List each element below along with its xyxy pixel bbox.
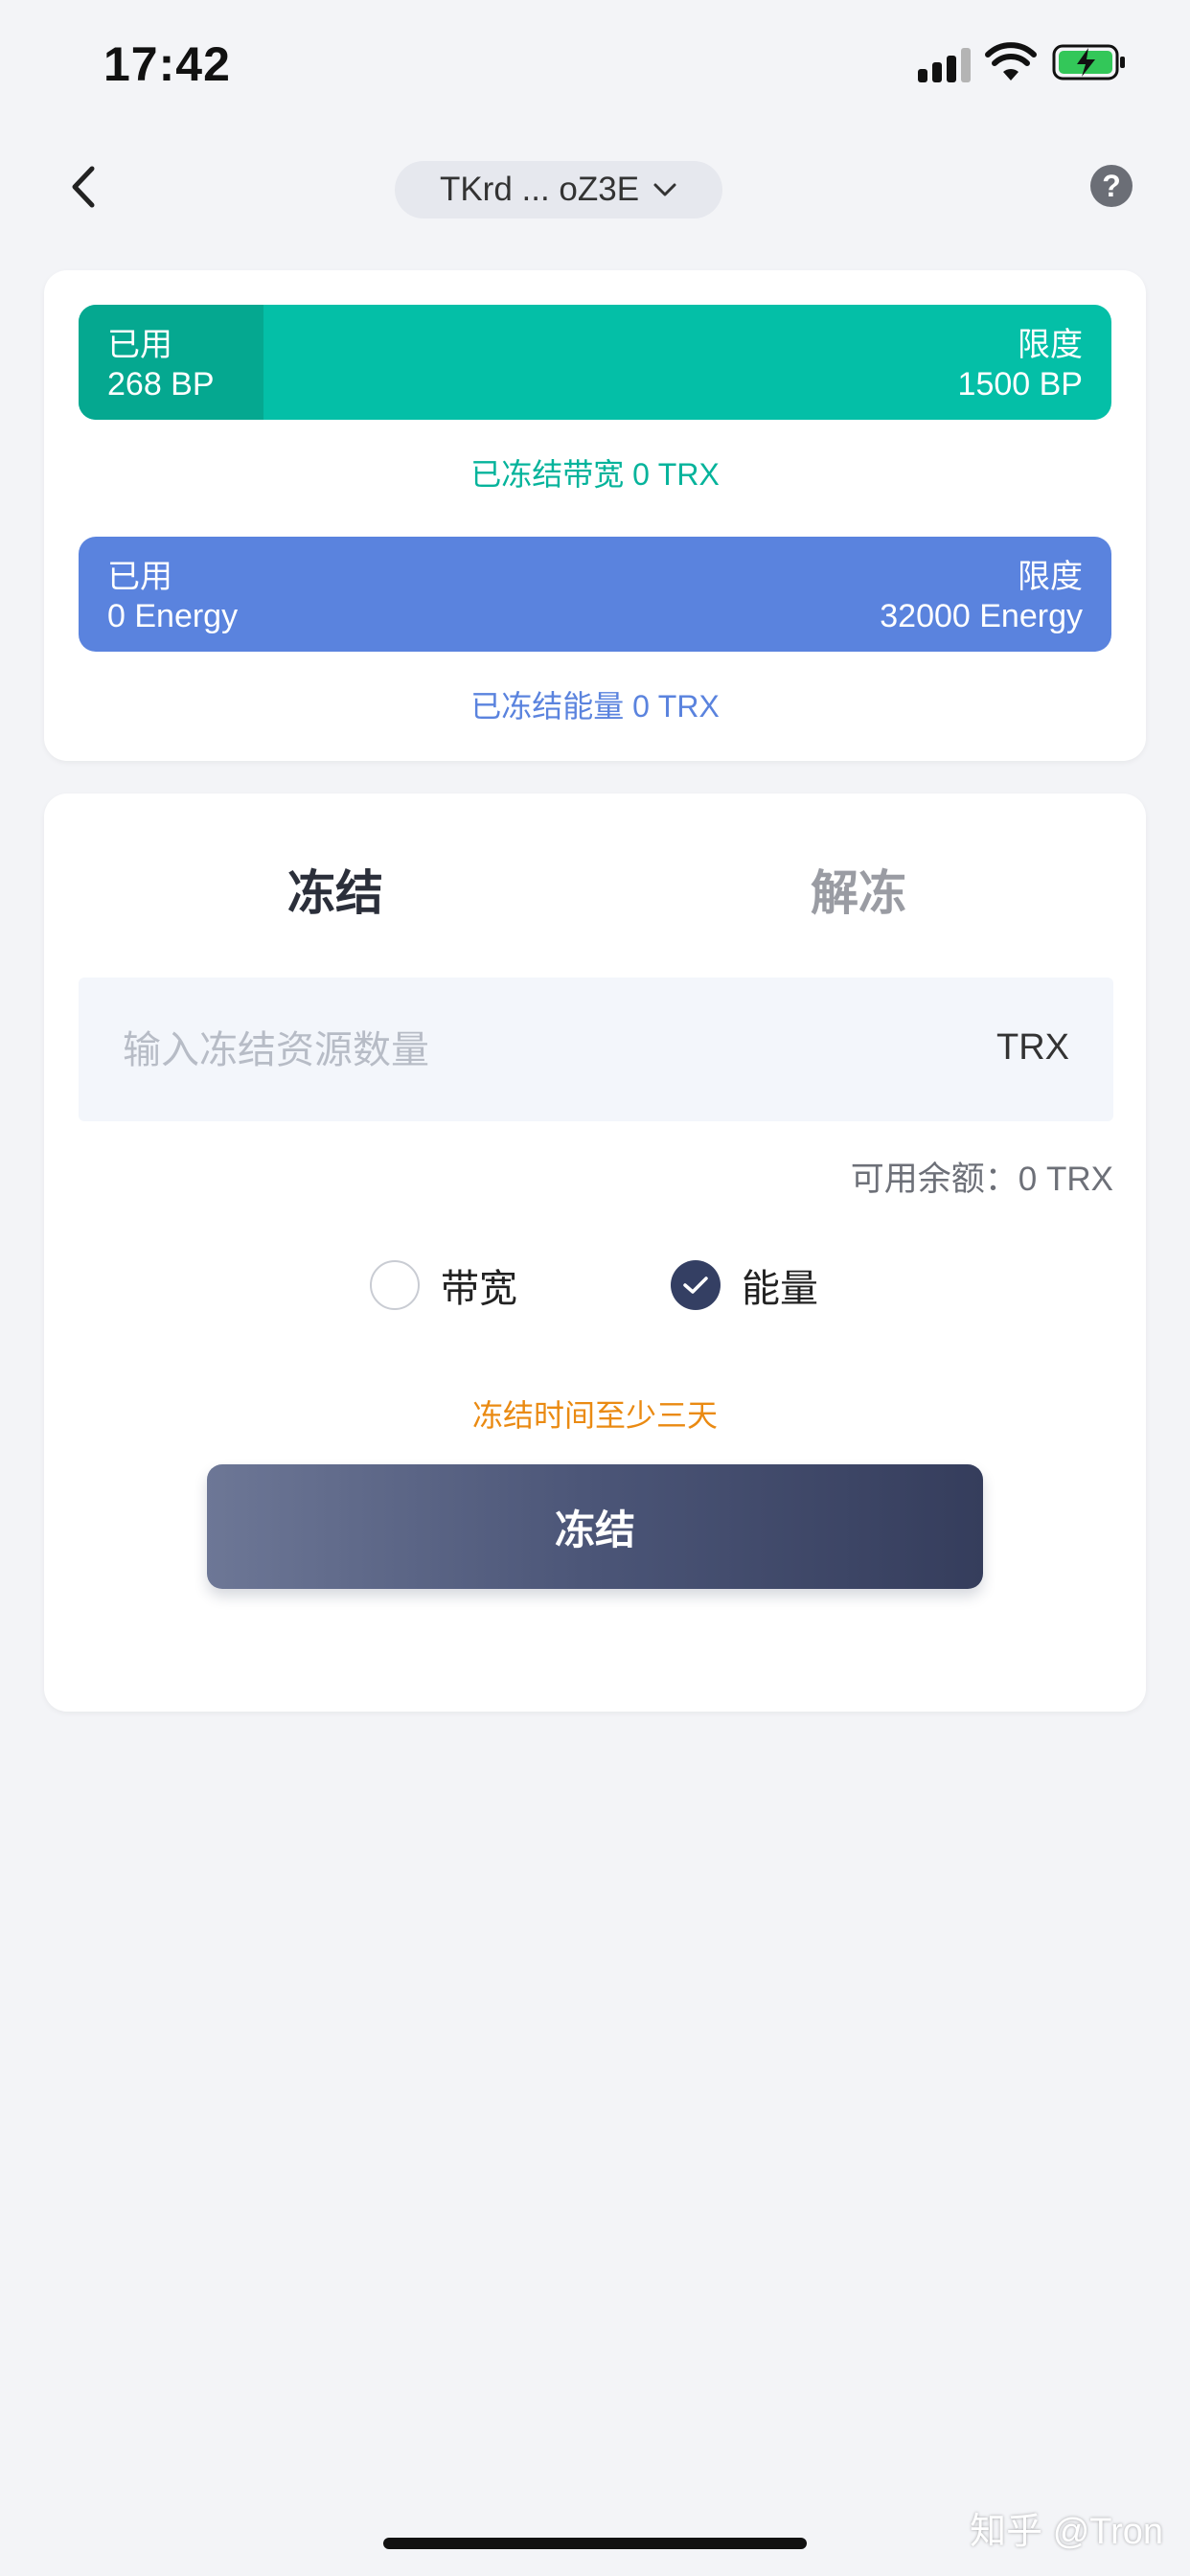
home-indicator[interactable]: [383, 2538, 807, 2549]
resource-card: 已用 268 BP 限度 1500 BP 已冻结带宽 0 TRX 已用 0 En…: [44, 270, 1146, 761]
account-address: TKrd ... oZ3E: [439, 171, 640, 208]
back-arrow-icon[interactable]: [65, 163, 103, 211]
energy-used-label: 已用: [107, 559, 172, 595]
amount-input[interactable]: [121, 978, 891, 1123]
radio-energy[interactable]: 能量: [671, 1257, 818, 1313]
tab-unfreeze[interactable]: 解冻: [811, 855, 906, 924]
battery-charging-icon: [1052, 44, 1125, 80]
amount-unit: TRX: [996, 1027, 1069, 1068]
watermark: 知乎 @Tron: [970, 2512, 1163, 2552]
amount-field: TRX: [79, 978, 1113, 1123]
bandwidth-limit-value: 1500 BP: [957, 366, 1083, 402]
radio-unchecked-icon: [370, 1260, 420, 1310]
cellular-signal-icon: [918, 48, 972, 82]
account-selector[interactable]: TKrd ... oZ3E: [395, 161, 722, 218]
tab-freeze[interactable]: 冻结: [287, 855, 383, 924]
bandwidth-used-label: 已用: [107, 327, 172, 363]
bandwidth-frozen-note: 已冻结带宽 0 TRX: [470, 457, 720, 492]
bandwidth-limit-label: 限度: [1018, 327, 1083, 363]
status-time: 17:42: [103, 37, 231, 91]
bandwidth-used-value: 268 BP: [107, 366, 215, 402]
available-balance: 可用余额：0 TRX: [850, 1161, 1113, 1198]
freeze-duration-hint: 冻结时间至少三天: [471, 1398, 718, 1433]
freeze-button[interactable]: 冻结: [207, 1464, 983, 1589]
freeze-form-card: 冻结 解冻 TRX 可用余额：0 TRX 带宽 能量 冻结时间至少三天 冻结: [44, 794, 1146, 1712]
checkmark-icon: [671, 1260, 721, 1310]
wifi-icon: [985, 42, 1037, 80]
energy-limit-label: 限度: [1018, 559, 1083, 595]
radio-energy-label: 能量: [742, 1268, 818, 1310]
energy-used-value: 0 Energy: [107, 598, 239, 634]
radio-bandwidth[interactable]: 带宽: [370, 1257, 517, 1313]
energy-frozen-note: 已冻结能量 0 TRX: [470, 689, 720, 724]
bandwidth-usage-bar: 已用 268 BP 限度 1500 BP: [79, 305, 1111, 420]
help-icon[interactable]: ?: [1090, 165, 1133, 207]
chevron-down-icon: [653, 183, 676, 196]
energy-limit-value: 32000 Energy: [880, 598, 1083, 634]
radio-bandwidth-label: 带宽: [441, 1268, 517, 1310]
energy-usage-bar: 已用 0 Energy 限度 32000 Energy: [79, 537, 1111, 652]
